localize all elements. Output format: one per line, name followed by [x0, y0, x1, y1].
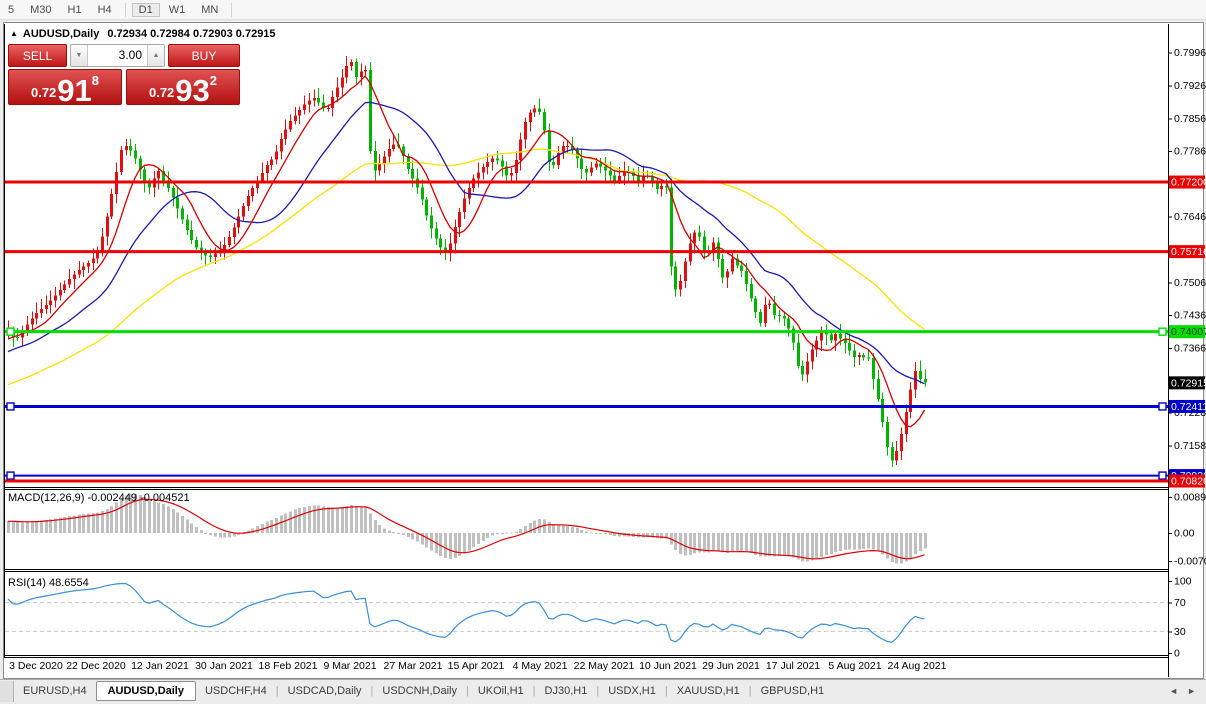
bid-prefix: 0.72	[30, 85, 57, 100]
timeframe-button-m30[interactable]: M30	[23, 3, 58, 17]
date-label: 22 Dec 2020	[66, 660, 126, 672]
tab-usdx-h1[interactable]: USDX,H1	[599, 682, 665, 700]
tab-usdchf-h4[interactable]: USDCHF,H4	[196, 682, 276, 700]
toolbar-separator	[231, 2, 233, 17]
ask-big-digits: 93	[175, 72, 210, 108]
toolbar-separator	[124, 2, 126, 17]
bid-big-digits: 91	[57, 72, 92, 108]
timeframe-button-mn[interactable]: MN	[194, 3, 225, 17]
timeframe-button-h1[interactable]: H1	[61, 3, 89, 17]
bid-pip-digit: 8	[91, 73, 100, 88]
current-price-tag: 0.72915	[1169, 376, 1206, 390]
price-axis-label: 0.79960	[1174, 47, 1206, 59]
hline-handle[interactable]	[1158, 402, 1167, 411]
volume-stepper: ▼ 3.00 ▲	[70, 44, 165, 67]
price-tag-0.74007: 0.74007	[1169, 325, 1206, 339]
date-label: 30 Jan 2021	[195, 660, 253, 672]
date-label: 27 Mar 2021	[384, 660, 443, 672]
tab-audusd-daily[interactable]: AUDUSD,Daily	[95, 681, 196, 701]
tab-eurusd-h4[interactable]: EURUSD,H4	[14, 682, 96, 700]
volume-decrease-button[interactable]: ▼	[71, 45, 88, 66]
bid-price-display[interactable]: 0.72 91 8	[8, 69, 122, 108]
chart-symbol-label: AUDUSD,Daily	[22, 28, 100, 40]
one-click-trading-panel: SELL ▼ 3.00 ▲ BUY 0.72 91 8 0.72 93 2	[8, 44, 240, 108]
volume-input[interactable]: 3.00	[88, 45, 147, 66]
svg-text:0.72915: 0.72915	[1171, 377, 1206, 389]
date-label: 15 Apr 2021	[448, 660, 505, 672]
price-tag-0.72411: 0.72411	[1169, 399, 1206, 413]
terminal-window: 0.79960 0.79260 0.78560 0.77860 0.76460 0.750…	[0, 0, 1206, 704]
symbol-tab-bar: EURUSD,H4 AUDUSD,Daily USDCHF,H4 | USDCAD,Da…	[0, 679, 1206, 702]
macd-axis-label: 0.00	[1174, 528, 1195, 540]
timeframe-button-h4[interactable]: H4	[91, 3, 119, 17]
date-label: 12 Jan 2021	[131, 660, 189, 672]
volume-increase-button[interactable]: ▲	[147, 45, 164, 66]
timeframe-button-5[interactable]: 5	[1, 3, 21, 17]
date-label: 3 Dec 2020	[9, 660, 63, 672]
timeframe-button-d1[interactable]: D1	[131, 2, 160, 17]
price-axis-label: 0.74360	[1174, 310, 1206, 322]
svg-text:0.74007: 0.74007	[1171, 326, 1206, 338]
price-axis-label: 0.73660	[1174, 342, 1206, 354]
date-label: 18 Feb 2021	[259, 660, 318, 672]
svg-text:0.70820: 0.70820	[1171, 476, 1206, 488]
date-label: 5 Aug 2021	[828, 660, 881, 672]
price-axis-label: 0.75060	[1174, 277, 1206, 289]
date-label: 17 Jul 2021	[766, 660, 820, 672]
hline-handle[interactable]	[1158, 327, 1167, 336]
hline-handle[interactable]	[6, 402, 15, 411]
tab-list-corner	[0, 680, 14, 702]
rsi-axis-label: 0	[1174, 648, 1180, 660]
price-axis-label: 0.79260	[1174, 80, 1206, 92]
tab-usdcad-daily[interactable]: USDCAD,Daily	[279, 682, 371, 700]
rsi-axis-label: 30	[1174, 626, 1186, 638]
tab-usdcnh-daily[interactable]: USDCNH,Daily	[373, 682, 466, 700]
hline-handle[interactable]	[6, 471, 15, 480]
rsi-axis-label: 100	[1174, 576, 1192, 588]
svg-text:0.75716: 0.75716	[1171, 246, 1206, 258]
date-label: 24 Aug 2021	[888, 660, 947, 672]
tab-xauusd-h1[interactable]: XAUUSD,H1	[668, 682, 749, 700]
ask-pip-digit: 2	[209, 73, 218, 88]
tab-gbpusd-h1[interactable]: GBPUSD,H1	[752, 682, 834, 700]
price-tag-0.75716: 0.75716	[1169, 245, 1206, 259]
chart-title: ▲ AUDUSD,Daily 0.72934 0.72984 0.72903 0.7…	[10, 28, 276, 40]
date-label: 10 Jun 2021	[639, 660, 697, 672]
date-label: 9 Mar 2021	[323, 660, 376, 672]
date-label: 22 May 2021	[574, 660, 635, 672]
price-tag-0.77200: 0.77200	[1169, 175, 1206, 189]
date-label: 29 Jun 2021	[702, 660, 760, 672]
price-axis-label: 0.71580	[1174, 440, 1206, 452]
svg-text:0.72411: 0.72411	[1171, 401, 1206, 413]
tabs-scroll-right-icon[interactable]: ►	[1187, 686, 1196, 696]
tabs-scroll-left-icon[interactable]: ◄	[1169, 686, 1178, 696]
price-axis-label: 0.76460	[1174, 211, 1206, 223]
ask-prefix: 0.72	[148, 85, 175, 100]
date-label: 4 May 2021	[513, 660, 568, 672]
macd-indicator-label: MACD(12,26,9) -0.002449 -0.004521	[8, 492, 190, 504]
price-tag-0.70820: 0.70820	[1169, 474, 1206, 488]
ask-price-display[interactable]: 0.72 93 2	[126, 69, 240, 108]
hline-handle[interactable]	[1158, 471, 1167, 480]
tab-ukoil-h1[interactable]: UKOil,H1	[469, 682, 533, 700]
price-axis-label: 0.77860	[1174, 146, 1206, 158]
macd-axis-label: 0.00890	[1174, 492, 1206, 504]
price-axis-label: 0.78560	[1174, 113, 1206, 125]
macd-axis-label: -0.00701	[1174, 556, 1206, 568]
svg-text:0.77200: 0.77200	[1171, 177, 1206, 189]
timeframe-button-w1[interactable]: W1	[162, 3, 193, 17]
collapse-triangle-icon[interactable]: ▲	[10, 29, 18, 38]
rsi-indicator-label: RSI(14) 48.6554	[8, 577, 89, 589]
sell-button[interactable]: SELL	[8, 44, 67, 67]
rsi-axis-label: 70	[1174, 597, 1186, 609]
chart-ohlc-values: 0.72934 0.72984 0.72903 0.72915	[107, 28, 276, 40]
timeframe-toolbar: 5 M30 H1 H4 D1 W1 MN	[0, 0, 1206, 20]
hline-handle[interactable]	[6, 327, 15, 336]
tab-dj30-h1[interactable]: DJ30,H1	[536, 682, 597, 700]
buy-button[interactable]: BUY	[168, 44, 240, 67]
